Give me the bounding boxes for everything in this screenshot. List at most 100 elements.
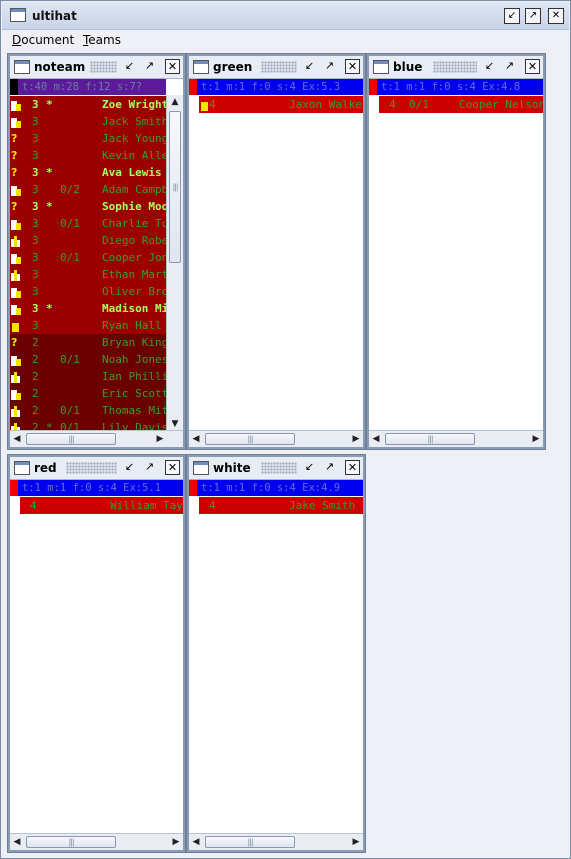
team-frame-noteam: noteam ↙ ↗ ✕ t:40 m:28 f:12 s:7? 3 * Zoe Wright… (7, 53, 186, 450)
player-row[interactable]: ? 3 * Sophie Moore (10, 198, 166, 215)
horizontal-scrollbar[interactable]: ◀▶ (189, 833, 363, 850)
player-status-icon (11, 183, 21, 196)
menu-bar: Document Teams (2, 30, 569, 51)
minimize-button[interactable]: ↙ (504, 8, 520, 24)
frame-window-icon (14, 60, 30, 74)
horizontal-scroll-thumb[interactable] (205, 836, 295, 848)
horizontal-scrollbar[interactable]: ◀▶ (369, 430, 543, 447)
frame-maximize-button[interactable]: ↗ (503, 59, 516, 72)
scroll-left-arrow[interactable]: ◀ (190, 432, 202, 446)
player-skill: 3 (32, 183, 39, 196)
player-ratio: 0/1 (60, 217, 80, 230)
scroll-right-arrow[interactable]: ▶ (170, 835, 182, 849)
scroll-down-arrow[interactable]: ▼ (169, 417, 181, 431)
scroll-right-arrow[interactable]: ▶ (350, 432, 362, 446)
horizontal-scroll-thumb[interactable] (205, 433, 295, 445)
player-row[interactable]: ? 3 * Ava Lewis (10, 164, 166, 181)
team-color-swatch (369, 79, 377, 95)
scroll-right-arrow[interactable]: ▶ (154, 432, 166, 446)
frame-close-button[interactable]: ✕ (165, 460, 180, 475)
player-row[interactable]: 4 William Taylor (20, 497, 183, 514)
player-row[interactable]: 3 Oliver Brown (10, 283, 166, 300)
player-row[interactable]: 4 0/1 Cooper Nelson (379, 96, 543, 113)
scroll-left-arrow[interactable]: ◀ (11, 835, 23, 849)
frame-maximize-button[interactable]: ↗ (323, 59, 336, 72)
frame-maximize-button[interactable]: ↗ (143, 59, 156, 72)
team-status-bar: t:1 m:1 f:0 s:4 Ex:5.3 (189, 79, 363, 95)
maximize-button[interactable]: ↗ (525, 8, 541, 24)
scroll-up-arrow[interactable]: ▲ (169, 95, 181, 109)
menu-document[interactable]: Document (12, 33, 74, 47)
frame-maximize-button[interactable]: ↗ (323, 460, 336, 473)
team-list: t:1 m:1 f:0 s:4 Ex:4.8 4 0/1 Cooper Nelson ◀… (369, 79, 543, 447)
player-skill: 3 (32, 200, 39, 213)
scroll-left-arrow[interactable]: ◀ (190, 835, 202, 849)
menu-teams-label: eams (88, 33, 121, 47)
player-row[interactable]: 3 Ryan Hall (10, 317, 166, 334)
player-skill: 3 (32, 251, 39, 264)
player-row[interactable]: 3 0/2 Adam Campbell (10, 181, 166, 198)
scroll-left-arrow[interactable]: ◀ (370, 432, 382, 446)
horizontal-scroll-thumb[interactable] (385, 433, 475, 445)
scroll-left-arrow[interactable]: ◀ (11, 432, 23, 446)
team-frame-title-bar[interactable]: red ↙ ↗ ✕ (10, 457, 183, 480)
player-row[interactable]: 4 Jaxon Walker (199, 96, 363, 113)
menu-document-label: ocument (21, 33, 75, 47)
frame-iconify-button[interactable]: ↙ (123, 460, 136, 473)
player-row[interactable]: 2 0/1 Noah Jones (10, 351, 166, 368)
team-status-bar: t:40 m:28 f:12 s:7? (10, 79, 166, 95)
team-list: t:1 m:1 f:0 s:4 Ex:5.14William Taylor◀▶ (10, 480, 183, 850)
player-row[interactable]: ? 3 Jack Young (10, 130, 166, 147)
frame-close-button[interactable]: ✕ (345, 59, 360, 74)
close-button[interactable]: ✕ (548, 8, 564, 24)
team-frame-blue: blue ↙ ↗ ✕ t:1 m:1 f:0 s:4 Ex:4.8 4 0/1 Cooper … (366, 53, 546, 450)
player-status-icon: ? (11, 166, 18, 179)
player-row[interactable]: 3 * Zoe Wright (10, 96, 166, 113)
frame-iconify-button[interactable]: ↙ (303, 460, 316, 473)
menu-teams[interactable]: Teams (83, 33, 121, 47)
frame-iconify-button[interactable]: ↙ (123, 59, 136, 72)
team-status-bar: t:1 m:1 f:0 s:4 Ex:4.9 (189, 480, 363, 496)
title-bar[interactable]: ultihat ↙ ↗ ✕ (2, 2, 569, 30)
title-grip (433, 61, 477, 73)
horizontal-scrollbar[interactable]: ◀▶ (189, 430, 363, 447)
player-row[interactable]: 2 Ian Phillips (10, 368, 166, 385)
player-star: * (46, 166, 53, 179)
frame-close-button[interactable]: ✕ (525, 59, 540, 74)
player-row[interactable]: ? 2 Bryan King (10, 334, 166, 351)
frame-iconify-button[interactable]: ↙ (303, 59, 316, 72)
team-status-text: t:1 m:1 f:0 s:4 Ex:5.1 (22, 482, 162, 494)
horizontal-scrollbar[interactable]: ◀▶ (10, 833, 183, 850)
player-row[interactable]: 3 Jack Smith (10, 113, 166, 130)
player-row[interactable]: 4 Jake Smith (199, 497, 363, 514)
player-status-icon (11, 268, 21, 281)
frame-maximize-button[interactable]: ↗ (143, 460, 156, 473)
player-name: Zoe Wright (102, 98, 166, 111)
player-star: * (46, 98, 53, 111)
vertical-scrollbar[interactable]: ▲▼ (166, 95, 183, 431)
player-row[interactable]: 2 0/1 Thomas Mitchell (10, 402, 166, 419)
player-row[interactable]: ? 3 Kevin Allen (10, 147, 166, 164)
player-skill: 3 (32, 98, 39, 111)
scroll-right-arrow[interactable]: ▶ (350, 835, 362, 849)
team-frame-title-bar[interactable]: green ↙ ↗ ✕ (189, 56, 363, 79)
horizontal-scroll-thumb[interactable] (26, 836, 116, 848)
frame-close-button[interactable]: ✕ (345, 460, 360, 475)
player-ratio: 0/2 (60, 183, 80, 196)
scroll-right-arrow[interactable]: ▶ (530, 432, 542, 446)
frame-close-button[interactable]: ✕ (165, 59, 180, 74)
vertical-scroll-thumb[interactable] (169, 111, 181, 263)
player-row[interactable]: 3 0/1 Charlie Turner (10, 215, 166, 232)
player-row[interactable]: 2 Eric Scott (10, 385, 166, 402)
player-row[interactable]: 3 0/1 Cooper Jones (10, 249, 166, 266)
player-skill: 2 (32, 370, 39, 383)
horizontal-scrollbar[interactable]: ◀▶ (10, 430, 183, 447)
player-row[interactable]: 3 Ethan Martin (10, 266, 166, 283)
frame-iconify-button[interactable]: ↙ (483, 59, 496, 72)
team-frame-title-bar[interactable]: white ↙ ↗ ✕ (189, 457, 363, 480)
team-frame-title-bar[interactable]: noteam ↙ ↗ ✕ (10, 56, 183, 79)
team-frame-title-bar[interactable]: blue ↙ ↗ ✕ (369, 56, 543, 79)
horizontal-scroll-thumb[interactable] (26, 433, 116, 445)
player-row[interactable]: 3 Diego Roberts (10, 232, 166, 249)
player-row[interactable]: 3 * Madison Miller (10, 300, 166, 317)
